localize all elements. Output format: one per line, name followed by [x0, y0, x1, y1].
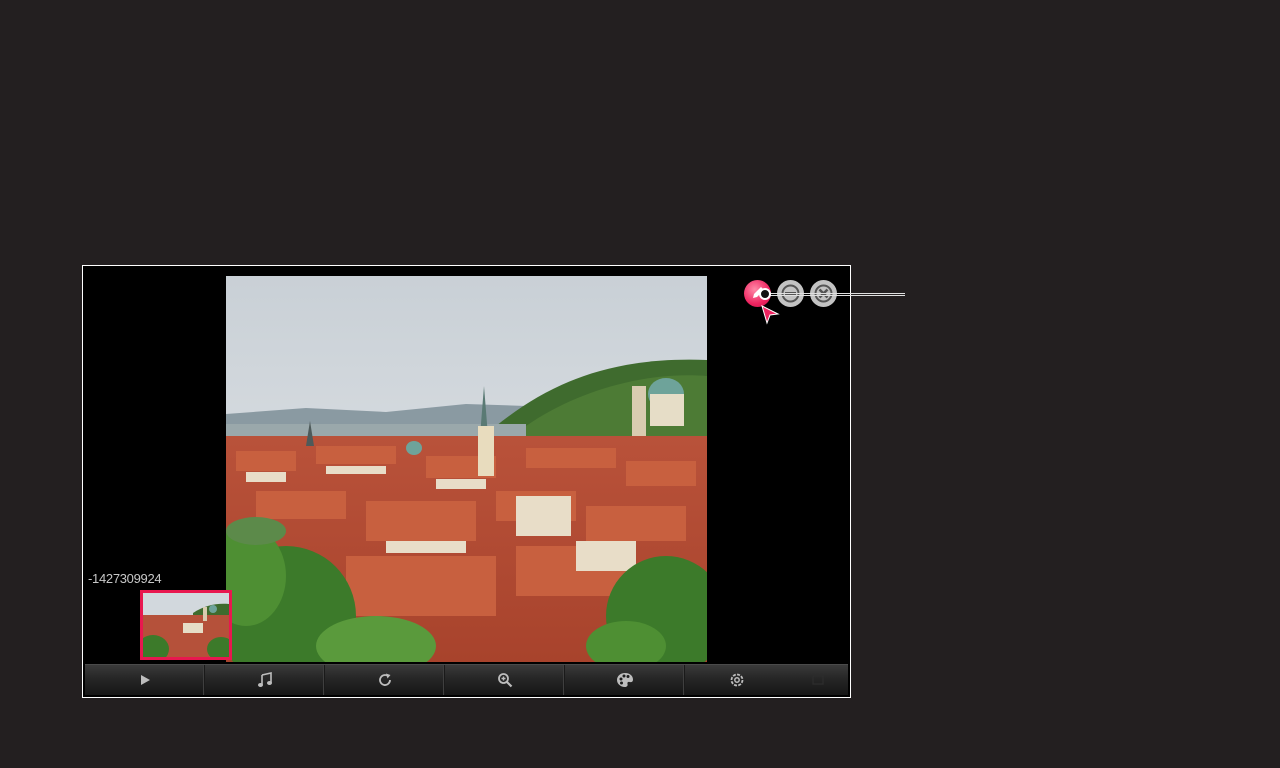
zoom-button[interactable]: [445, 665, 565, 695]
pointer-cursor-icon: [760, 304, 782, 326]
main-photo[interactable]: [226, 276, 707, 662]
rotate-icon: [378, 673, 391, 686]
play-icon: [140, 675, 150, 685]
hide-icon: [812, 675, 824, 685]
picture-mode-button[interactable]: [565, 665, 685, 695]
photo-viewer-frame: -1427309924: [82, 265, 851, 698]
slideshow-play-button[interactable]: [85, 665, 205, 695]
rotate-button[interactable]: [325, 665, 445, 695]
callout-dot: [759, 288, 771, 300]
music-note-icon: [257, 672, 272, 687]
zoom-in-icon: [497, 673, 512, 688]
callout-line: [765, 293, 905, 296]
thumbnail-image: [143, 593, 229, 657]
option-button[interactable]: [685, 665, 788, 695]
settings-icon: [730, 673, 743, 687]
palette-icon: [616, 673, 633, 687]
cityscape-image: [226, 276, 707, 662]
file-name-label: -1427309924: [88, 571, 162, 586]
hide-toolbar-button[interactable]: [788, 665, 848, 695]
selected-thumbnail[interactable]: [140, 590, 232, 660]
bottom-toolbar: [85, 664, 848, 695]
top-controls: [742, 280, 842, 325]
background-music-button[interactable]: [205, 665, 325, 695]
